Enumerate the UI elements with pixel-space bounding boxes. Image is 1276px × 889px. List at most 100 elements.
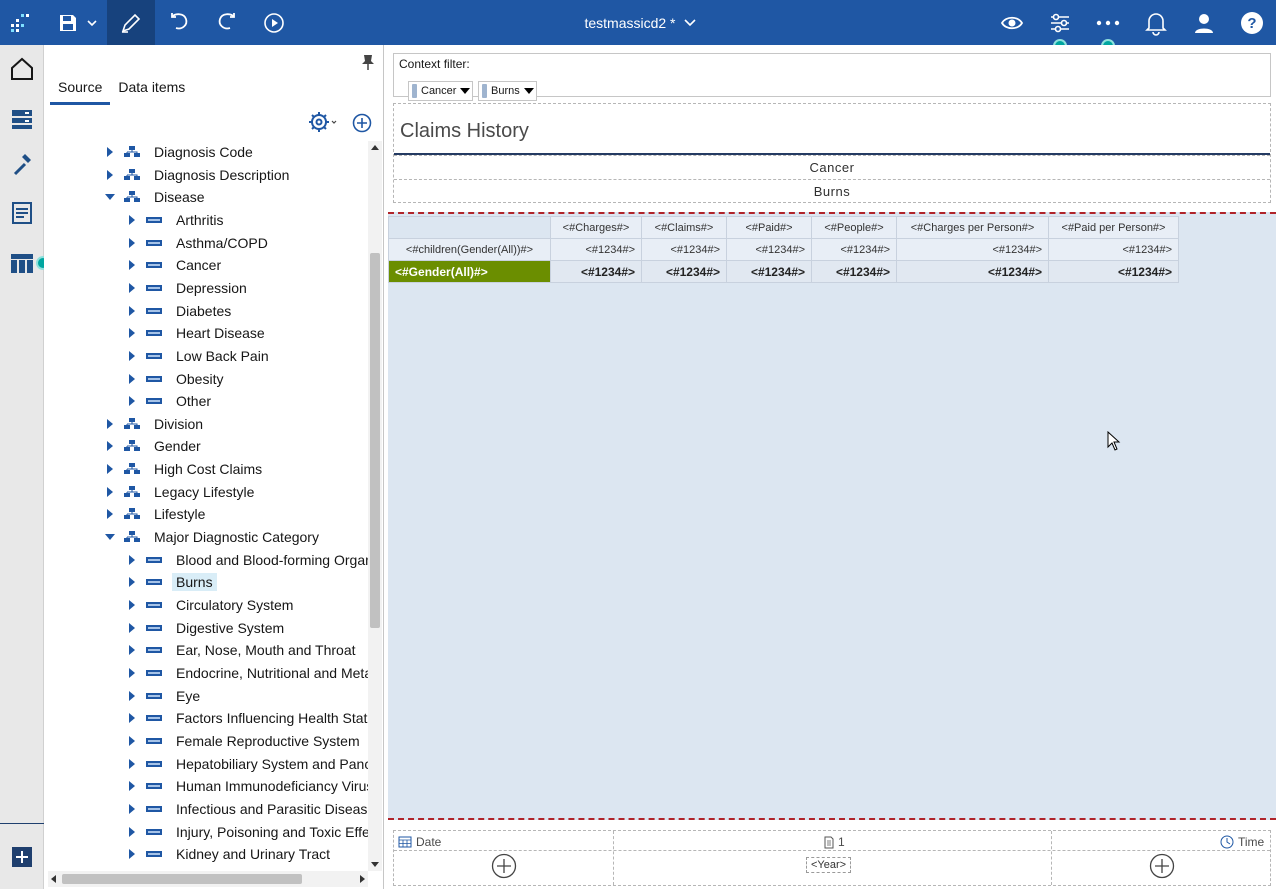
header-row-cancer[interactable]: Cancer (394, 155, 1270, 179)
expanded-arrow-icon[interactable] (104, 191, 116, 203)
tab-source[interactable]: Source (50, 75, 111, 105)
collapsed-arrow-icon[interactable] (126, 803, 138, 815)
column-header[interactable]: <#Charges per Person#> (896, 216, 1049, 239)
tree-item[interactable]: Diagnosis Description (104, 164, 293, 186)
crosstab[interactable]: <#Charges#> <#Claims#> <#Paid#> <#People… (388, 216, 1179, 283)
tree-item[interactable]: Lifestyle (104, 503, 209, 525)
dropdown-caret-icon[interactable] (460, 88, 471, 94)
tree-item[interactable]: Division (104, 413, 207, 435)
tree-item[interactable]: Obesity (126, 368, 227, 390)
collapsed-arrow-icon[interactable] (126, 237, 138, 249)
context-filter-area[interactable]: Context filter: Cancer Burns (393, 53, 1271, 101)
crosstab-corner[interactable] (388, 216, 551, 239)
collapsed-arrow-icon[interactable] (126, 305, 138, 317)
summary-cell[interactable]: <#1234#> (641, 260, 727, 283)
summary-cell[interactable]: <#1234#> (550, 260, 642, 283)
home-icon[interactable] (0, 47, 44, 91)
collapsed-arrow-icon[interactable] (126, 327, 138, 339)
collapsed-arrow-icon[interactable] (126, 373, 138, 385)
collapsed-arrow-icon[interactable] (104, 418, 116, 430)
tree-item[interactable]: High Cost Claims (104, 458, 266, 480)
report-title[interactable]: Claims History (400, 120, 529, 143)
footer-left-cell[interactable]: Date (394, 831, 614, 885)
collapsed-arrow-icon[interactable] (126, 395, 138, 407)
preview-eye-icon[interactable] (994, 0, 1030, 45)
tree-item[interactable]: Human Immunodeficiancy Virus I (126, 775, 368, 797)
footer-right-cell[interactable]: Time (1052, 831, 1272, 885)
tree-item[interactable]: Arthritis (126, 209, 227, 231)
scrollbar-thumb[interactable] (370, 253, 380, 628)
footer-center-cell[interactable]: 1 <Year> (614, 831, 1052, 885)
gear-icon[interactable] (308, 111, 338, 136)
context-filter-chip-cancer[interactable]: Cancer (408, 81, 474, 101)
column-header[interactable]: <#Claims#> (641, 216, 727, 239)
tree-item[interactable]: Other (126, 390, 215, 412)
crosstab-cell[interactable]: <#1234#> (550, 238, 642, 261)
crosstab-cell[interactable]: <#1234#> (811, 238, 897, 261)
tree-item[interactable]: Digestive System (126, 617, 288, 639)
tab-data-items[interactable]: Data items (110, 75, 193, 105)
data-sources-icon[interactable] (0, 97, 44, 141)
collapsed-arrow-icon[interactable] (104, 440, 116, 452)
tree-vertical-scrollbar[interactable] (368, 141, 382, 871)
tree-item[interactable]: Hepatobiliary System and Pancre (126, 753, 368, 775)
tree-item[interactable]: Disease (104, 186, 209, 208)
run-play-icon[interactable] (256, 0, 292, 45)
expanded-arrow-icon[interactable] (104, 531, 116, 543)
tree-item[interactable]: Eye (126, 685, 204, 707)
add-circle-icon[interactable] (491, 853, 517, 882)
summary-cell[interactable]: <#1234#> (896, 260, 1049, 283)
header-row-burns[interactable]: Burns (394, 179, 1270, 203)
year-placeholder[interactable]: <Year> (806, 857, 852, 873)
app-logo-icon[interactable] (0, 0, 40, 45)
tree-item[interactable]: Cancer (126, 254, 225, 276)
pin-icon[interactable] (361, 53, 375, 74)
tree-horizontal-scrollbar[interactable] (48, 871, 368, 887)
tree-item[interactable]: Burns (126, 571, 217, 593)
summary-cell[interactable]: <#1234#> (811, 260, 897, 283)
tree-item[interactable]: Heart Disease (126, 322, 269, 344)
collapsed-arrow-icon[interactable] (126, 214, 138, 226)
tree-item[interactable]: Legacy Lifestyle (104, 481, 258, 503)
tree-item[interactable]: Injury, Poisoning and Toxic Effects (126, 821, 368, 843)
toolbox-hammer-icon[interactable] (0, 143, 44, 187)
collapsed-arrow-icon[interactable] (104, 508, 116, 520)
tree-item[interactable]: Gender (104, 435, 205, 457)
collapsed-arrow-icon[interactable] (126, 576, 138, 588)
collapsed-arrow-icon[interactable] (126, 758, 138, 770)
notifications-bell-icon[interactable] (1138, 0, 1174, 45)
add-panel-icon[interactable] (0, 835, 44, 879)
column-header[interactable]: <#Charges#> (550, 216, 642, 239)
tree-item[interactable]: Low Back Pain (126, 345, 273, 367)
collapsed-arrow-icon[interactable] (126, 350, 138, 362)
tree-item[interactable]: Diagnosis Code (104, 141, 257, 163)
collapsed-arrow-icon[interactable] (126, 712, 138, 724)
crosstab-cell[interactable]: <#1234#> (896, 238, 1049, 261)
collapsed-arrow-icon[interactable] (126, 667, 138, 679)
collapsed-arrow-icon[interactable] (126, 690, 138, 702)
collapsed-arrow-icon[interactable] (126, 848, 138, 860)
user-icon[interactable] (1186, 0, 1222, 45)
page-body[interactable]: <#Charges#> <#Claims#> <#Paid#> <#People… (388, 212, 1276, 820)
tree-item[interactable]: Asthma/COPD (126, 232, 272, 254)
summary-cell[interactable]: <#1234#> (1048, 260, 1179, 283)
collapsed-arrow-icon[interactable] (104, 169, 116, 181)
context-filter-chip-burns[interactable]: Burns (478, 81, 537, 101)
document-title[interactable]: testmassicd2 * (560, 0, 720, 45)
redo-icon[interactable] (208, 0, 244, 45)
add-circle-icon[interactable] (1149, 853, 1175, 882)
collapsed-arrow-icon[interactable] (126, 599, 138, 611)
collapsed-arrow-icon[interactable] (126, 554, 138, 566)
pages-icon[interactable] (0, 191, 44, 235)
collapsed-arrow-icon[interactable] (126, 622, 138, 634)
undo-icon[interactable] (162, 0, 198, 45)
collapsed-arrow-icon[interactable] (126, 735, 138, 747)
summary-cell[interactable]: <#1234#> (726, 260, 812, 283)
crosstab-cell[interactable]: <#1234#> (641, 238, 727, 261)
row-header[interactable]: <#children(Gender(All))#> (388, 238, 551, 261)
crosstab-cell[interactable]: <#1234#> (1048, 238, 1179, 261)
tree-item[interactable]: Blood and Blood-forming Organs (126, 549, 368, 571)
page-header[interactable]: Claims History Cancer Burns (393, 103, 1271, 203)
add-circle-icon[interactable] (352, 113, 372, 136)
edit-pencil-icon[interactable] (107, 0, 155, 45)
